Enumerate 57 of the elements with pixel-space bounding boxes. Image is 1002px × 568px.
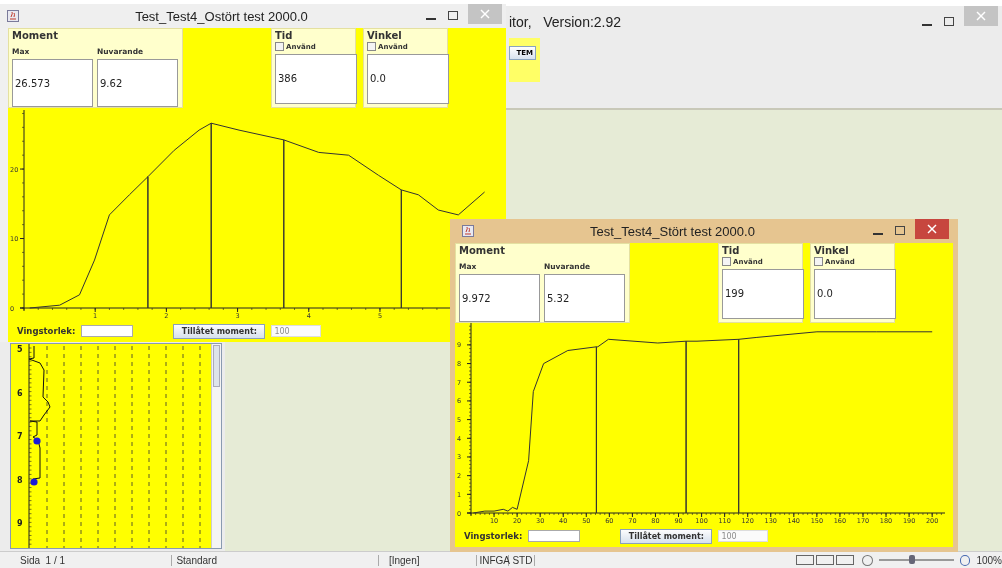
layout-icon: [816, 555, 834, 565]
tick-label: 8: [17, 475, 23, 485]
tick-label: 6: [17, 388, 23, 398]
allowed-moment-button[interactable]: Tillåtet moment:: [620, 528, 713, 544]
text-field[interactable]: [528, 530, 581, 542]
status-text: Sida 1 / 1: [0, 554, 173, 566]
app-icon: [462, 225, 474, 237]
minimize-icon: [922, 24, 932, 26]
zoom-level: 100%: [976, 554, 1002, 566]
close-icon: [976, 11, 986, 21]
field-label: Vingstorlek:: [17, 326, 76, 336]
panel-heading: Vinkel: [814, 245, 850, 256]
value-field[interactable]: 386: [275, 54, 357, 104]
panel-heading: Vinkel: [367, 30, 403, 41]
panel-heading: Moment: [12, 30, 59, 41]
status-text: [Ingen]: [378, 554, 478, 566]
panel-heading: Tid: [722, 245, 741, 256]
value-field[interactable]: 9.62: [97, 59, 178, 107]
window-title: itor, Version:2.92: [509, 14, 623, 30]
status-text: INFGA: [477, 554, 510, 566]
scroll-thumb[interactable]: [213, 345, 220, 387]
value-field[interactable]: 26.573: [12, 59, 93, 107]
close-icon: [480, 9, 490, 19]
app-icon: [7, 10, 19, 22]
value-field[interactable]: 9.972: [459, 274, 540, 322]
close-icon: [927, 224, 937, 234]
minimize-icon: [873, 233, 883, 235]
field-label: Vingstorlek:: [464, 531, 523, 541]
point-marker: [33, 437, 41, 445]
tick-label: 5: [17, 345, 23, 354]
maximize-button[interactable]: [893, 224, 907, 238]
panel-heading: Tid: [275, 30, 294, 41]
allowed-moment-button[interactable]: Tillåtet moment:: [173, 323, 266, 339]
tick-label: 7: [17, 432, 23, 442]
maximize-icon: [448, 11, 458, 20]
close-button[interactable]: [915, 219, 949, 239]
text-field[interactable]: [81, 325, 134, 337]
value-field[interactable]: 199: [722, 269, 804, 319]
slider-thumb[interactable]: [909, 555, 916, 564]
value-field[interactable]: 5.32: [544, 274, 625, 322]
status-text: Standard: [172, 554, 379, 566]
value-field[interactable]: 0.0: [367, 54, 449, 104]
maximize-icon: [944, 17, 954, 26]
layout-icon: [796, 555, 814, 565]
window-title: Test_Test4_Ostört test 2000.0: [134, 8, 309, 24]
status-text: STD: [509, 554, 535, 566]
layout-icon: [836, 555, 854, 565]
maximize-button[interactable]: [942, 15, 956, 29]
point-marker: [30, 478, 38, 486]
minimize-icon: [426, 18, 436, 20]
panel-heading: Moment: [459, 245, 506, 256]
maximize-button[interactable]: [446, 9, 460, 23]
value-field[interactable]: 0.0: [814, 269, 896, 319]
scrollbar[interactable]: [211, 344, 221, 548]
tick-label: 9: [17, 519, 23, 529]
maximize-icon: [895, 226, 905, 235]
window-title: Test_Test4_Stört test 2000.0: [589, 223, 756, 239]
